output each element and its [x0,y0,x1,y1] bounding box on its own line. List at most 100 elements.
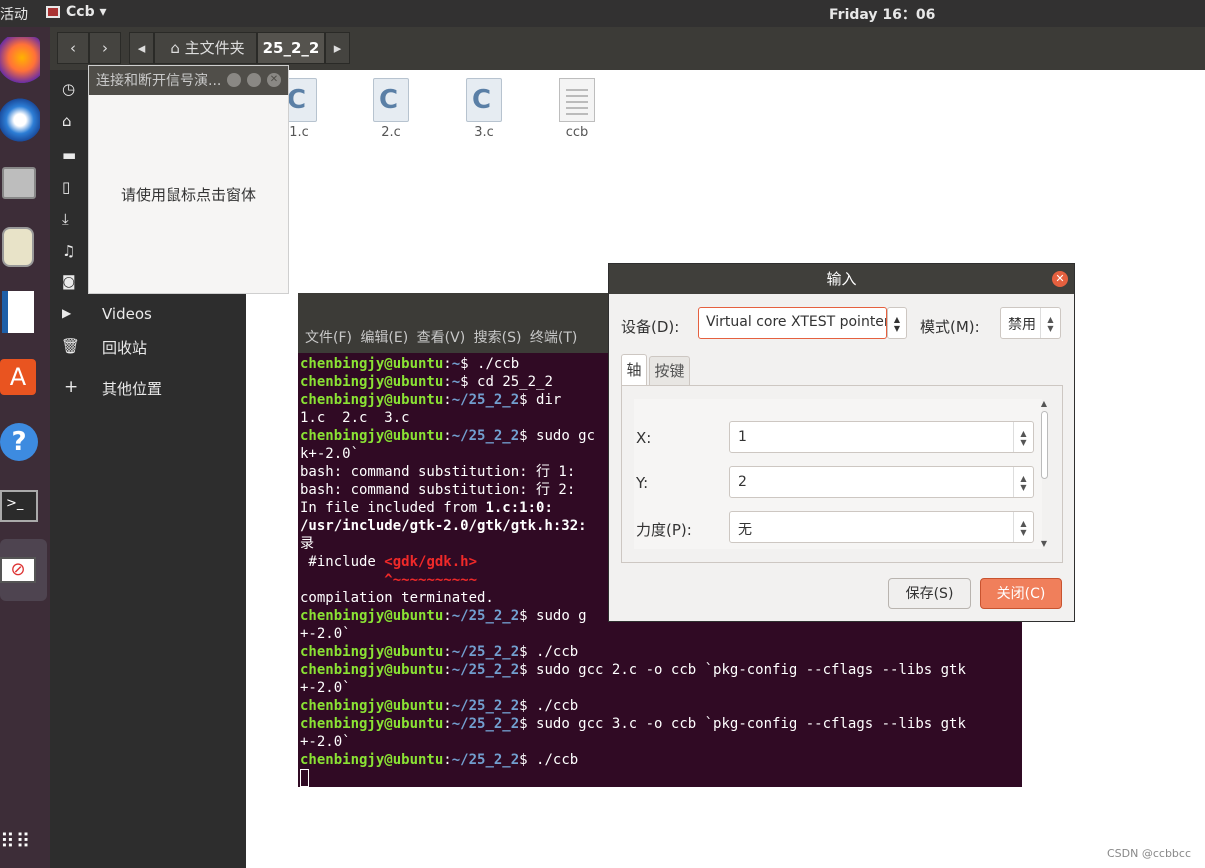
firefox-icon[interactable] [0,37,40,83]
menu-terminal[interactable]: 终端(T) [530,330,577,346]
show-apps-icon[interactable]: ⠿⠿ [0,831,31,851]
breadcrumb-current[interactable]: 25_2_2 [257,32,325,64]
file-name: ccb [565,125,589,140]
file-name: 3.c [474,125,494,140]
terminal-text: +-2.0` [300,734,351,750]
terminal-text: $ sudo g [519,608,587,624]
axis-label: 力度(P): [636,521,692,539]
terminal-text: $ sudo gcc 3.c -o ccb `pkg-config --cfla… [519,716,966,732]
file-item[interactable]: C 2.c [351,78,431,140]
terminal-icon[interactable]: >_ [0,484,40,530]
axes-scrollbar[interactable]: ▲ ▼ [1038,399,1050,549]
clock[interactable]: Friday 16：06 [829,4,935,24]
breadcrumb-right-button[interactable]: ▸ [325,32,350,64]
axis-y-value: 2 [738,474,747,490]
sidebar-item-videos[interactable]: Videos [102,305,152,323]
terminal-text: k+-2.0` [300,446,360,462]
terminal-line: chenbingjy@ubuntu:~/25_2_2$ ./ccb [300,751,1020,769]
terminal-text: : [443,752,452,768]
popup-title: 连接和断开信号演... [96,73,222,89]
menu-view[interactable]: 查看(V) [417,330,466,346]
thunderbird-icon[interactable] [0,97,40,143]
close-button[interactable]: 关闭(C) [980,578,1062,609]
home-icon: ⌂ [170,39,180,57]
menu-search[interactable]: 搜索(S) [474,330,522,346]
activities-button[interactable]: 活动 [0,4,28,24]
terminal-line: chenbingjy@ubuntu:~/25_2_2$ sudo gcc 2.c… [300,661,1020,679]
terminal-text: $ cd 25_2_2 [460,374,553,390]
device-select[interactable]: Virtual core XTEST pointer [698,307,887,339]
input-dialog[interactable]: 输入 ✕ 设备(D): Virtual core XTEST pointer ▲… [608,263,1075,622]
tab-axes[interactable]: 轴 [621,354,647,386]
writer-icon[interactable] [0,287,40,333]
minimize-icon[interactable] [227,73,241,87]
axes-list[interactable]: X: 1 ▲ ▼ Y: 2 ▲ ▼ 力度(P): 无 ▲ ▼ [634,399,1042,549]
terminal-line: chenbingjy@ubuntu:~/25_2_2$ sudo gcc 3.c… [300,715,1020,733]
pressure-arrows: ▲ ▼ [1013,512,1033,542]
mode-select[interactable]: 禁用 ▲ ▼ [1000,307,1061,339]
sidebar-item-other-locations[interactable]: 其他位置 [102,378,162,399]
tab-keys[interactable]: 按键 [649,356,690,386]
forward-button[interactable]: › [89,32,121,64]
c-file-icon: C [466,78,502,122]
save-button[interactable]: 保存(S) [888,578,971,609]
rhythmbox-icon[interactable] [0,223,40,269]
terminal-line: chenbingjy@ubuntu:~/25_2_2$ ./ccb [300,697,1020,715]
axes-panel: X: 1 ▲ ▼ Y: 2 ▲ ▼ 力度(P): 无 ▲ ▼ ▲ ▼ [621,385,1063,563]
dialog-titlebar[interactable]: 输入 ✕ [609,264,1074,294]
terminal-text: chenbingjy@ubuntu [300,374,444,390]
maximize-icon[interactable] [247,73,261,87]
breadcrumb-home-label: 主文件夹 [184,39,245,57]
terminal-cursor [300,769,309,787]
scrollbar-thumb[interactable] [1040,411,1048,479]
sidebar-item-trash[interactable]: 回收站 [102,337,147,358]
music-icon[interactable]: ♫ [62,242,75,260]
terminal-text: $ ./ccb [460,356,520,372]
terminal-text: bash: command substitution: 行 1: [300,464,584,480]
pressure-select[interactable]: 无 ▲ ▼ [729,511,1034,543]
terminal-text: 1.c 2.c 3.c [300,410,410,426]
c-file-icon: C [373,78,409,122]
pressure-value: 无 [738,522,752,538]
launcher: A ? >_ ⊘ ⠿⠿ [0,27,50,868]
terminal-text: chenbingjy@ubuntu [300,698,444,714]
back-button[interactable]: ‹ [57,32,89,64]
downloads-icon[interactable]: ⤓ [62,210,69,228]
terminal-line: +-2.0` [300,733,1020,751]
terminal-text: $ dir [519,392,562,408]
terminal-text: : [443,356,452,372]
files-icon[interactable] [0,159,40,205]
close-icon[interactable]: ✕ [1052,271,1068,287]
app-menu[interactable]: Ccb ▾ [66,4,107,20]
pictures-icon[interactable]: ◙ [62,274,76,290]
axis-label: X: [636,429,652,447]
terminal-line: chenbingjy@ubuntu:~/25_2_2$ ./ccb [300,643,1020,661]
folder-icon[interactable]: ▬ [62,146,76,164]
software-icon[interactable]: A [0,353,40,399]
terminal-text: ~/25_2_2 [451,752,520,768]
terminal-text: In file included from [300,500,486,516]
ccb-app-icon[interactable]: ⊘ [0,539,47,601]
documents-icon[interactable]: ▯ [62,178,70,196]
top-bar: 活动 Ccb ▾ Friday 16：06 [0,0,1205,27]
breadcrumb-home[interactable]: ⌂ 主文件夹 [154,32,257,64]
file-item[interactable]: ccb [537,78,617,140]
menu-edit[interactable]: 编辑(E) [360,330,408,346]
home-place-icon[interactable]: ⌂ [62,112,72,130]
terminal-text: ~ [451,356,461,372]
terminal-text: 1.c:1:0: [485,500,553,516]
help-icon[interactable]: ? [0,419,40,465]
axis-x-select[interactable]: 1 ▲ ▼ [729,421,1034,453]
breadcrumb-left-button[interactable]: ◂ [129,32,154,64]
terminal-line: +-2.0` [300,625,1020,643]
terminal-text: /usr/include/gtk-2.0/gtk/gtk.h:32: [300,518,587,534]
recent-icon[interactable]: ◷ [62,80,75,98]
device-select-arrows[interactable]: ▲ ▼ [887,307,907,339]
signal-demo-window[interactable]: 连接和断开信号演... ✕ 请使用鼠标点击窗体 [88,65,289,294]
file-item[interactable]: C 3.c [444,78,524,140]
menu-file[interactable]: 文件(F) [305,330,352,346]
close-icon[interactable]: ✕ [267,73,281,87]
file-name: 2.c [381,125,401,140]
axis-y-select[interactable]: 2 ▲ ▼ [729,466,1034,498]
terminal-text: ~/25_2_2 [451,716,520,732]
